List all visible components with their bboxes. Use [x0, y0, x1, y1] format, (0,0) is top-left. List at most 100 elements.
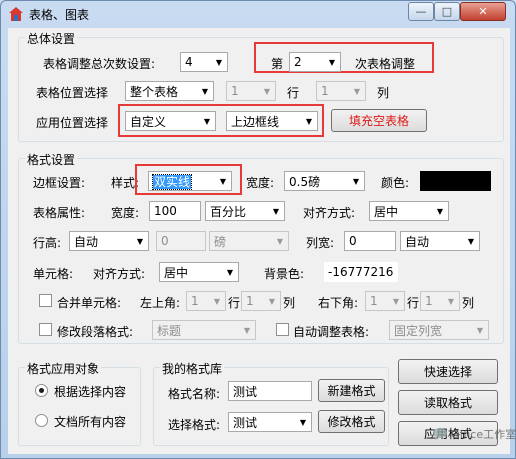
cell-align-select[interactable]: 居中 ▼: [159, 262, 239, 282]
chevron-down-icon: ▼: [353, 86, 361, 96]
row-label: 行: [287, 86, 300, 100]
row-height-input[interactable]: 0: [156, 231, 206, 251]
nth-prefix-label: 第: [271, 57, 284, 71]
chevron-down-icon: ▼: [201, 86, 209, 96]
bottom-right-row-label: 行: [407, 296, 420, 310]
chevron-down-icon: ▼: [268, 296, 276, 306]
paragraph-format-label: 修改段落格式:: [57, 325, 134, 339]
chevron-down-icon: ▼: [263, 86, 271, 96]
position-label: 表格位置选择: [36, 86, 109, 100]
background-color-value[interactable]: -16777216: [324, 262, 398, 282]
chevron-down-icon: ▼: [215, 57, 223, 67]
chevron-down-icon: ▼: [276, 236, 284, 246]
border-position-select[interactable]: 上边框线 ▼: [226, 111, 318, 131]
apply-position-select[interactable]: 自定义 ▼: [125, 111, 216, 131]
column-width-label: 列宽:: [306, 236, 335, 250]
adjust-count-select[interactable]: 4 ▼: [180, 52, 228, 72]
chevron-down-icon: ▼: [226, 267, 234, 277]
table-width-input[interactable]: 100: [149, 201, 201, 221]
apply-all-label: 文档所有内容: [54, 415, 127, 429]
chevron-down-icon: ▼: [136, 236, 144, 246]
chevron-down-icon: ▼: [476, 325, 484, 335]
group-label: 格式应用对象: [25, 360, 102, 377]
merge-cells-label: 合并单元格:: [57, 296, 122, 310]
group-label: 格式设置: [25, 151, 78, 168]
select-format-combo[interactable]: 测试 ▼: [228, 412, 312, 432]
position-select[interactable]: 整个表格 ▼: [125, 81, 214, 101]
nth-suffix-label: 次表格调整: [355, 57, 416, 71]
chevron-down-icon: ▼: [328, 57, 336, 67]
top-left-row-label: 行: [228, 296, 241, 310]
watermark: Office工作室: [432, 426, 516, 442]
modify-format-button[interactable]: 修改格式: [318, 410, 385, 433]
merge-cells-checkbox[interactable]: [39, 294, 52, 307]
bottom-right-label: 右下角:: [318, 296, 359, 310]
table-width-label: 宽度:: [111, 206, 140, 220]
dialog-window: 表格、图表 — □ ✕ 总体设置 表格调整总次数设置: 4 ▼ 第 2 ▼ 次表格调…: [0, 0, 516, 459]
maximize-button[interactable]: □: [434, 2, 460, 21]
paragraph-format-checkbox[interactable]: [39, 323, 52, 336]
row-height-unit-select[interactable]: 磅 ▼: [209, 231, 289, 251]
top-left-column-label: 列: [283, 296, 296, 310]
column-width-mode-select[interactable]: 自动 ▼: [400, 231, 480, 251]
group-label: 我的格式库: [160, 360, 225, 377]
apply-position-label: 应用位置选择: [36, 116, 109, 130]
apply-selection-label: 根据选择内容: [54, 385, 127, 399]
new-format-button[interactable]: 新建格式: [318, 379, 385, 402]
format-name-label: 格式名称:: [168, 387, 221, 401]
column-label: 列: [377, 86, 390, 100]
chevron-down-icon: ▼: [203, 116, 211, 126]
adjust-count-label: 表格调整总次数设置:: [43, 57, 156, 71]
auto-adjust-select[interactable]: 固定列宽 ▼: [389, 320, 489, 340]
chevron-down-icon: ▼: [392, 296, 400, 306]
column-width-input[interactable]: 0: [344, 231, 396, 251]
cell-label: 单元格:: [33, 267, 74, 281]
border-color-swatch[interactable]: [420, 171, 491, 191]
apply-target-group: 格式应用对象: [18, 360, 141, 446]
quick-select-button[interactable]: 快速选择: [398, 359, 498, 384]
radio-apply-selection[interactable]: [35, 384, 48, 397]
radio-apply-all[interactable]: [35, 414, 48, 427]
border-settings-label: 边框设置:: [33, 176, 86, 190]
chevron-down-icon: ▼: [219, 176, 227, 186]
format-name-input[interactable]: 测试: [228, 381, 312, 401]
app-home-icon: [9, 7, 23, 21]
chevron-down-icon: ▼: [352, 176, 360, 186]
bottom-right-column-select[interactable]: 1 ▼: [420, 291, 460, 311]
chevron-down-icon: ▼: [305, 116, 313, 126]
table-align-label: 对齐方式:: [303, 206, 356, 220]
chevron-down-icon: ▼: [213, 296, 221, 306]
border-width-select[interactable]: 0.5磅 ▼: [284, 171, 365, 191]
cell-align-label: 对齐方式:: [93, 267, 146, 281]
window-title: 表格、图表: [29, 8, 90, 22]
column-select[interactable]: 1 ▼: [316, 81, 366, 101]
nth-adjust-select[interactable]: 2 ▼: [289, 52, 341, 72]
close-button[interactable]: ✕: [460, 2, 506, 21]
top-left-column-select[interactable]: 1 ▼: [241, 291, 281, 311]
bottom-right-row-select[interactable]: 1 ▼: [365, 291, 405, 311]
table-width-unit-select[interactable]: 百分比 ▼: [205, 201, 285, 221]
auto-adjust-checkbox[interactable]: [276, 323, 289, 336]
chevron-down-icon: ▼: [436, 206, 444, 216]
dialog-body: 总体设置 表格调整总次数设置: 4 ▼ 第 2 ▼ 次表格调整 表格位置选择 整个表…: [8, 28, 516, 454]
width-label: 宽度:: [246, 176, 275, 190]
fill-empty-table-button[interactable]: 填充空表格: [331, 109, 427, 132]
title-bar: 表格、图表 — □ ✕: [1, 1, 515, 27]
row-height-mode-select[interactable]: 自动 ▼: [69, 231, 149, 251]
read-format-button[interactable]: 读取格式: [398, 390, 498, 415]
row-select[interactable]: 1 ▼: [226, 81, 276, 101]
border-style-select[interactable]: 双实线 ▼: [148, 171, 232, 191]
chevron-down-icon: ▼: [243, 325, 251, 335]
table-align-select[interactable]: 居中 ▼: [369, 201, 449, 221]
chevron-down-icon: ▼: [467, 236, 475, 246]
background-color-label: 背景色:: [264, 267, 305, 281]
paragraph-style-select[interactable]: 标题 ▼: [152, 320, 256, 340]
minimize-button[interactable]: —: [408, 2, 434, 21]
chat-bubble-icon: [433, 428, 447, 440]
group-label: 总体设置: [25, 30, 78, 47]
color-label: 颜色:: [381, 176, 410, 190]
bottom-right-column-label: 列: [462, 296, 475, 310]
top-left-row-select[interactable]: 1 ▼: [186, 291, 226, 311]
chevron-down-icon: ▼: [299, 417, 307, 427]
auto-adjust-label: 自动调整表格:: [293, 325, 370, 339]
